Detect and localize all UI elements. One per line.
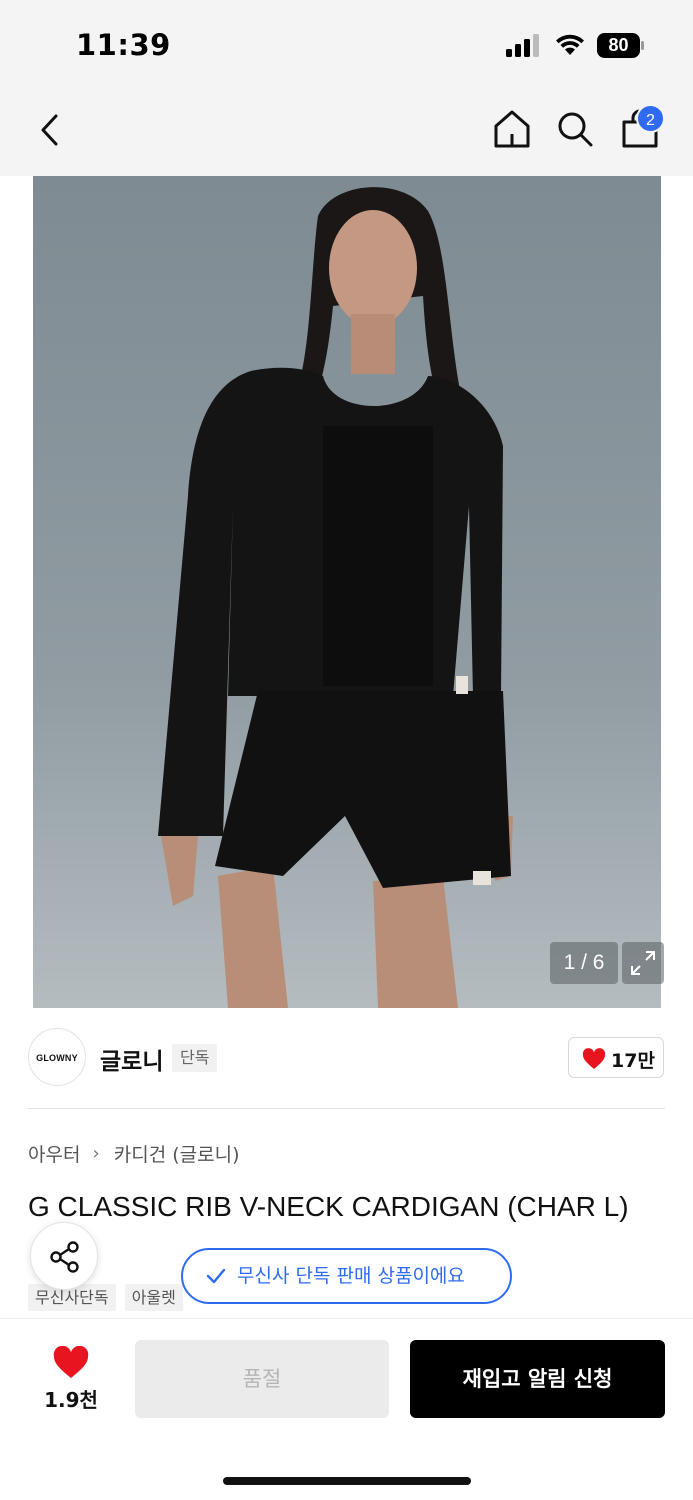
- brand-row: GLOWNY 글로니 단독 17만: [28, 1028, 665, 1088]
- wishlist-heart-icon[interactable]: [52, 1346, 90, 1380]
- image-page-counter: 1 / 6: [550, 942, 618, 984]
- toast-text: 무신사 단독 판매 상품이에요: [237, 1265, 465, 1287]
- top-nav-bar: [0, 92, 693, 176]
- search-icon[interactable]: [556, 110, 594, 148]
- check-icon: [206, 1268, 226, 1284]
- brand-name[interactable]: 글로니: [100, 1042, 163, 1076]
- share-button[interactable]: [30, 1222, 98, 1290]
- cellular-signal-icon: [506, 34, 539, 57]
- brand-like-button[interactable]: 17만: [568, 1037, 664, 1078]
- product-photo: [33, 176, 661, 1008]
- status-time: 11:39: [76, 28, 171, 62]
- status-bar: 11:39 80: [0, 0, 693, 92]
- brand-like-count: 17만: [611, 1050, 655, 1072]
- breadcrumb-subcategory[interactable]: 카디건 (글로니): [114, 1144, 240, 1166]
- home-icon[interactable]: [492, 108, 532, 150]
- product-tags: 무신사단독 아울렛: [28, 1284, 187, 1312]
- expand-icon: [631, 951, 655, 975]
- restock-alert-button[interactable]: 재입고 알림 신청: [410, 1340, 665, 1418]
- wishlist-count: 1.9천: [44, 1388, 98, 1412]
- product-title: G CLASSIC RIB V-NECK CARDIGAN (CHAR L): [28, 1191, 629, 1222]
- cart-count-badge: 2: [636, 104, 665, 133]
- tag-outlet: 아울렛: [124, 1284, 183, 1311]
- heart-icon: [582, 1048, 606, 1069]
- battery-icon: 80: [597, 33, 645, 58]
- home-indicator[interactable]: [223, 1477, 471, 1485]
- divider: [28, 1108, 665, 1109]
- share-icon: [50, 1241, 79, 1273]
- expand-image-button[interactable]: [622, 942, 664, 984]
- brand-logo[interactable]: GLOWNY: [28, 1028, 86, 1086]
- wifi-icon: [556, 34, 584, 55]
- exclusive-tag: 단독: [172, 1044, 218, 1072]
- battery-level: 80: [608, 35, 629, 55]
- back-icon[interactable]: [34, 110, 66, 150]
- breadcrumb: 아우터 › 카디건 (글로니): [28, 1140, 240, 1166]
- chevron-right-icon: ›: [92, 1143, 100, 1164]
- soldout-button[interactable]: 품절: [135, 1340, 389, 1418]
- breadcrumb-category[interactable]: 아우터: [28, 1144, 80, 1166]
- product-image[interactable]: [33, 176, 661, 1008]
- exclusive-toast: 무신사 단독 판매 상품이에요: [181, 1248, 512, 1304]
